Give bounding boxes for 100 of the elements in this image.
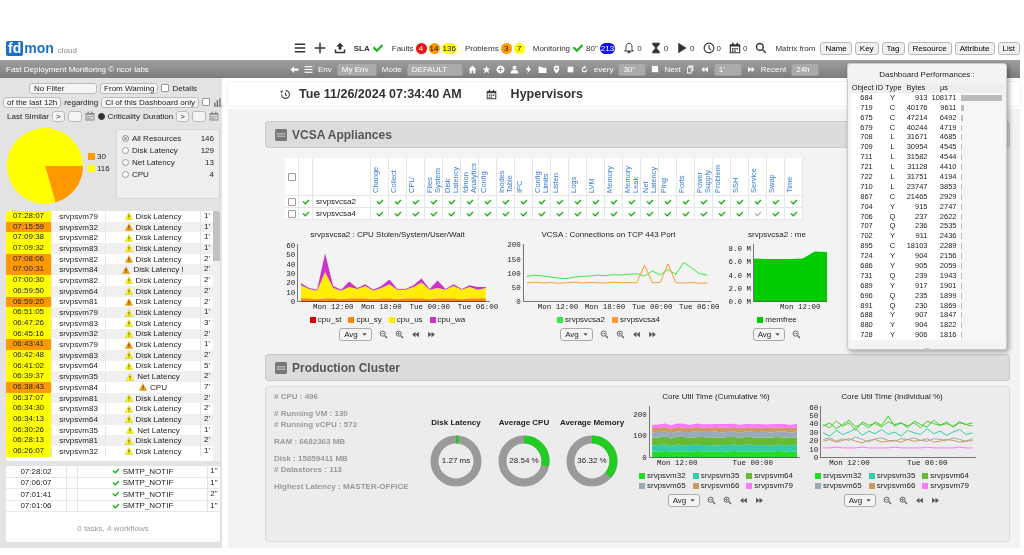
chart-title: srvpsvcsa2 : me xyxy=(748,230,806,239)
time-cell: 06:28:13 xyxy=(6,435,51,447)
legend-label: 116 xyxy=(97,164,110,173)
host-cell: srvpsvm82 xyxy=(51,275,106,285)
alert-label: Disk Latency xyxy=(135,222,182,232)
tasks-summary: 0 tasks, 4 workflows xyxy=(76,524,150,533)
count-label: 0 xyxy=(663,43,669,53)
gauge-label: Disk Latency xyxy=(431,418,481,427)
count-label: 0 xyxy=(637,43,642,53)
last-similar-label: Last Similar xyxy=(7,111,49,121)
host-cell: srvpsvcsa4 xyxy=(313,208,371,220)
app-logo: fd mon cloud xyxy=(6,40,77,56)
host-cell: srvpsvm82 xyxy=(51,233,106,243)
host-cell: srvpsvm32 xyxy=(51,329,106,339)
legend-label: srvpsvm64 xyxy=(754,471,794,480)
alert-label: Disk Latency xyxy=(135,361,182,371)
alert-label: Net Latency xyxy=(137,372,180,382)
legend-label: cpu_us xyxy=(396,315,423,324)
problems-label: Problems xyxy=(464,43,499,53)
time-cell: 07:00:30 xyxy=(6,275,51,286)
time-cell: 06:59:20 xyxy=(6,296,51,308)
interval-label: 80" xyxy=(586,43,598,53)
recent-label: Recent xyxy=(760,64,787,74)
host-cell: srvpsvm79 xyxy=(51,308,106,318)
time-cell: 06:45:16 xyxy=(6,328,51,340)
alert-label: Disk Latency xyxy=(135,275,182,285)
time-cell: 06:39:37 xyxy=(6,371,51,382)
duration-cell: 1" xyxy=(207,477,220,488)
host-cell: srvpsvm64 xyxy=(51,361,106,371)
time-cell-text: 07:01:06 xyxy=(19,501,53,511)
host-cell: srvpsvm83 xyxy=(51,318,106,328)
sla-label: SLA xyxy=(353,43,370,53)
time-cell: 07:00:31 xyxy=(6,264,51,276)
legend-label: srvpsvm64 xyxy=(930,471,970,480)
env-label: Env xyxy=(318,64,332,74)
count-label: 4 xyxy=(209,170,214,179)
chart-title: Core Util Time (Cumulative %) xyxy=(662,392,770,401)
legend-label: srvpsvm79 xyxy=(754,481,794,490)
count-label: 146 xyxy=(200,134,214,143)
time-cell: 06:34:30 xyxy=(6,403,51,415)
time-cell: 06:26:07 xyxy=(6,446,51,457)
time-cell: 06:30:26 xyxy=(6,424,51,436)
stat-label: # Datastores : 113 xyxy=(274,465,344,474)
gauge-value: 28.54 % xyxy=(508,456,540,465)
more-indicator: ... xyxy=(923,342,931,352)
time-cell: 06:43:41 xyxy=(6,339,51,350)
alert-label: CPU xyxy=(150,382,167,392)
duration-cell: 1" xyxy=(207,466,220,477)
count-label: 0 xyxy=(716,43,721,53)
chart-title: Core Util Time (Individual %) xyxy=(841,392,943,401)
time-cell-text: 07:06:07 xyxy=(19,478,53,488)
stat-label: RAM : 6682363 MB xyxy=(274,437,347,446)
host-cell: srvpsvm81 xyxy=(51,297,106,307)
duration-cell: 2" xyxy=(207,489,220,500)
legend-label: srvpsvm79 xyxy=(930,481,970,490)
legend-label: srvpsvm65 xyxy=(822,481,862,490)
gauge-value: 36.32 % xyxy=(576,456,608,465)
legend-label: 30 xyxy=(97,152,106,161)
app-title: Fast Deployment Monitoring © ncor labs xyxy=(5,64,150,74)
section-title: VCSA Appliances xyxy=(292,127,392,142)
alert-label: Disk Latency xyxy=(135,414,182,424)
alert-label: Disk Latency xyxy=(135,393,182,403)
time-cell-text: 07:01:41 xyxy=(19,489,53,499)
time-cell: 07:28:07 xyxy=(6,211,51,222)
alert-label: Disk Latency xyxy=(135,297,182,307)
host-cell: srvpsvm81 xyxy=(51,393,106,403)
stat-label: # Running vCPU : 572 xyxy=(274,420,359,429)
next-label: Next xyxy=(664,64,681,74)
alert-label: Disk Latency xyxy=(135,329,182,339)
mode-label: Mode xyxy=(381,64,402,74)
gauge-label: Average Memory xyxy=(559,418,625,427)
alert-label: Disk Latency xyxy=(135,254,182,264)
time-cell: 07:09:38 xyxy=(6,232,51,244)
stat-label: Highest Latency : MASTER-OFFICE xyxy=(274,482,410,491)
time-cell: 06:37:07 xyxy=(6,392,51,404)
regarding-label: regarding xyxy=(64,97,99,107)
date-time: Tue 11/26/2024 07:34:40 AM xyxy=(299,87,462,101)
host-cell: srvpsvm82 xyxy=(51,254,106,264)
time-cell: 06:38:43 xyxy=(6,382,51,393)
duration-label: Duration xyxy=(143,111,174,121)
alert-label: Disk Latency xyxy=(135,211,182,221)
notification-label: SMTP_NOTIF xyxy=(122,501,174,511)
time-cell: 07:08:06 xyxy=(6,253,51,265)
stat-label: Disk : 15859411 MB xyxy=(274,454,349,463)
legend-label: srvpsvm65 xyxy=(646,481,686,490)
gauge-value: 1.27 ms xyxy=(440,456,472,465)
host-cell: srvpsvm64 xyxy=(51,286,106,296)
host-cell: srvpsvm35 xyxy=(51,372,106,382)
chart-title: srvpsvcsa2 : CPU Stolen/System/User/Wait xyxy=(310,230,465,239)
legend-label: srvpsvcsa2 xyxy=(565,315,605,324)
legend-label: memfree xyxy=(765,315,797,324)
count-label: 13 xyxy=(205,158,214,167)
count-label: 0 xyxy=(690,43,695,53)
host-cell: srvpsvm79 xyxy=(51,340,106,350)
host-cell: srvpsvm32 xyxy=(51,222,106,232)
host-cell: srvpsvm81 xyxy=(51,436,106,446)
notification-label: SMTP_NOTIF xyxy=(122,478,174,488)
legend-label: srvpsvcsa4 xyxy=(620,315,660,324)
host-cell: srvpsvm32 xyxy=(51,446,106,456)
alert-label: Disk Latency xyxy=(135,318,182,328)
